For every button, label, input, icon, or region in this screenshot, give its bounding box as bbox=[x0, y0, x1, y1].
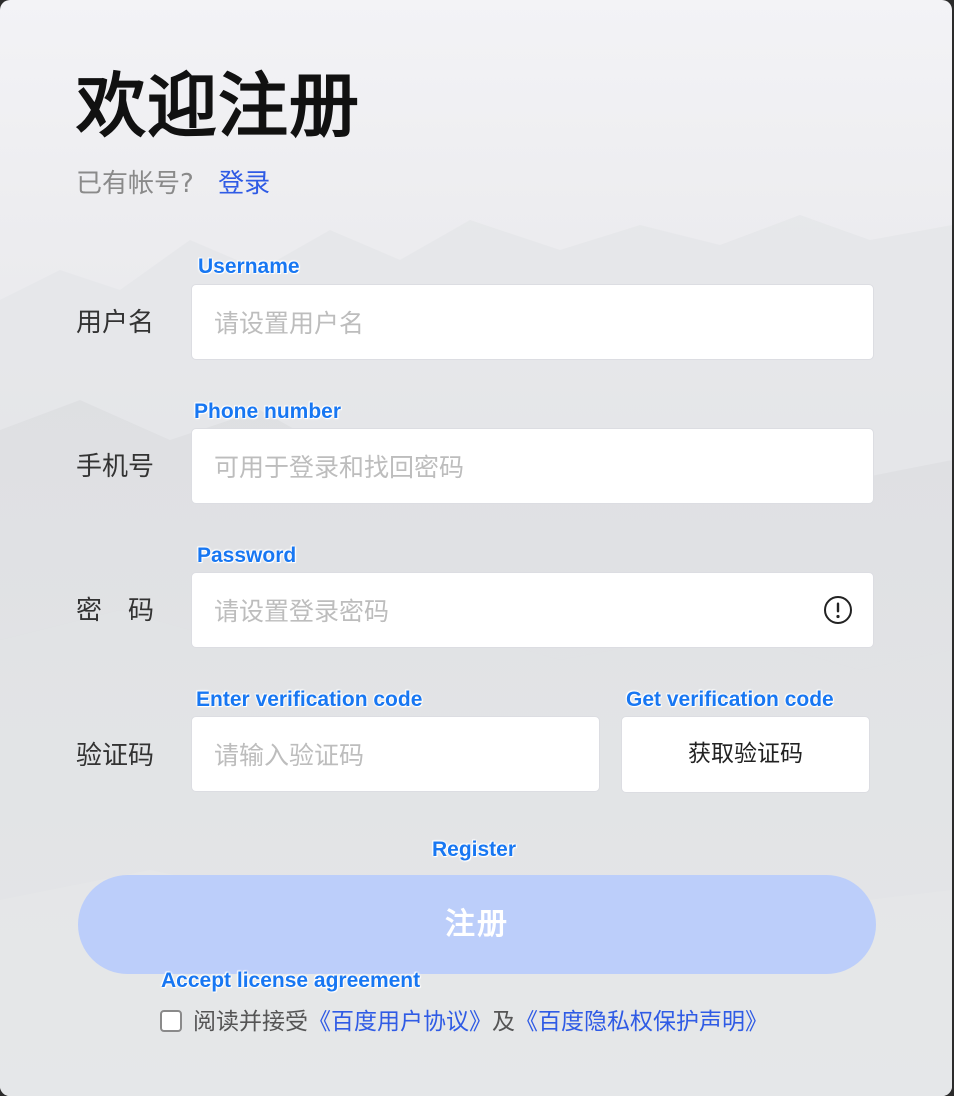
get-code-button[interactable]: 获取验证码 bbox=[621, 716, 870, 793]
agreement-row: 阅读并接受《百度用户协议》及《百度隐私权保护声明》 bbox=[160, 1006, 768, 1038]
password-field bbox=[191, 572, 874, 649]
phone-label: 手机号 bbox=[76, 452, 155, 482]
login-link[interactable]: 登录 bbox=[218, 169, 270, 199]
username-field bbox=[191, 284, 874, 361]
code-button-annotation: Get verification code bbox=[626, 688, 834, 711]
user-agreement-link[interactable]: 《百度用户协议》 bbox=[308, 1009, 492, 1035]
privacy-policy-link[interactable]: 《百度隐私权保护声明》 bbox=[515, 1009, 768, 1035]
username-label: 用户名 bbox=[76, 308, 155, 338]
username-input[interactable] bbox=[212, 285, 816, 361]
username-annotation: Username bbox=[198, 255, 300, 278]
registration-panel: 欢迎注册 已有帐号? 登录 Username 用户名 Phone number … bbox=[0, 0, 952, 1096]
have-account-text: 已有帐号? bbox=[76, 169, 194, 199]
agreement-annotation: Accept license agreement bbox=[161, 969, 421, 992]
password-input[interactable] bbox=[212, 573, 816, 649]
page-title: 欢迎注册 bbox=[76, 65, 360, 147]
agreement-prefix: 阅读并接受 bbox=[193, 1009, 308, 1035]
code-input-annotation: Enter verification code bbox=[196, 688, 423, 711]
agreement-and: 及 bbox=[492, 1009, 515, 1035]
password-label: 密 码 bbox=[76, 596, 155, 626]
phone-field bbox=[191, 428, 874, 505]
agreement-checkbox[interactable] bbox=[160, 1009, 182, 1032]
register-button[interactable]: 注册 bbox=[78, 875, 876, 974]
phone-annotation: Phone number bbox=[194, 400, 342, 423]
register-annotation: Register bbox=[432, 838, 517, 861]
password-annotation: Password bbox=[197, 544, 297, 567]
code-input[interactable] bbox=[212, 717, 586, 793]
phone-input[interactable] bbox=[212, 429, 816, 505]
info-circle-icon[interactable] bbox=[823, 595, 853, 625]
code-field bbox=[191, 716, 600, 793]
code-label: 验证码 bbox=[76, 741, 155, 771]
login-prompt: 已有帐号? 登录 bbox=[76, 168, 270, 200]
